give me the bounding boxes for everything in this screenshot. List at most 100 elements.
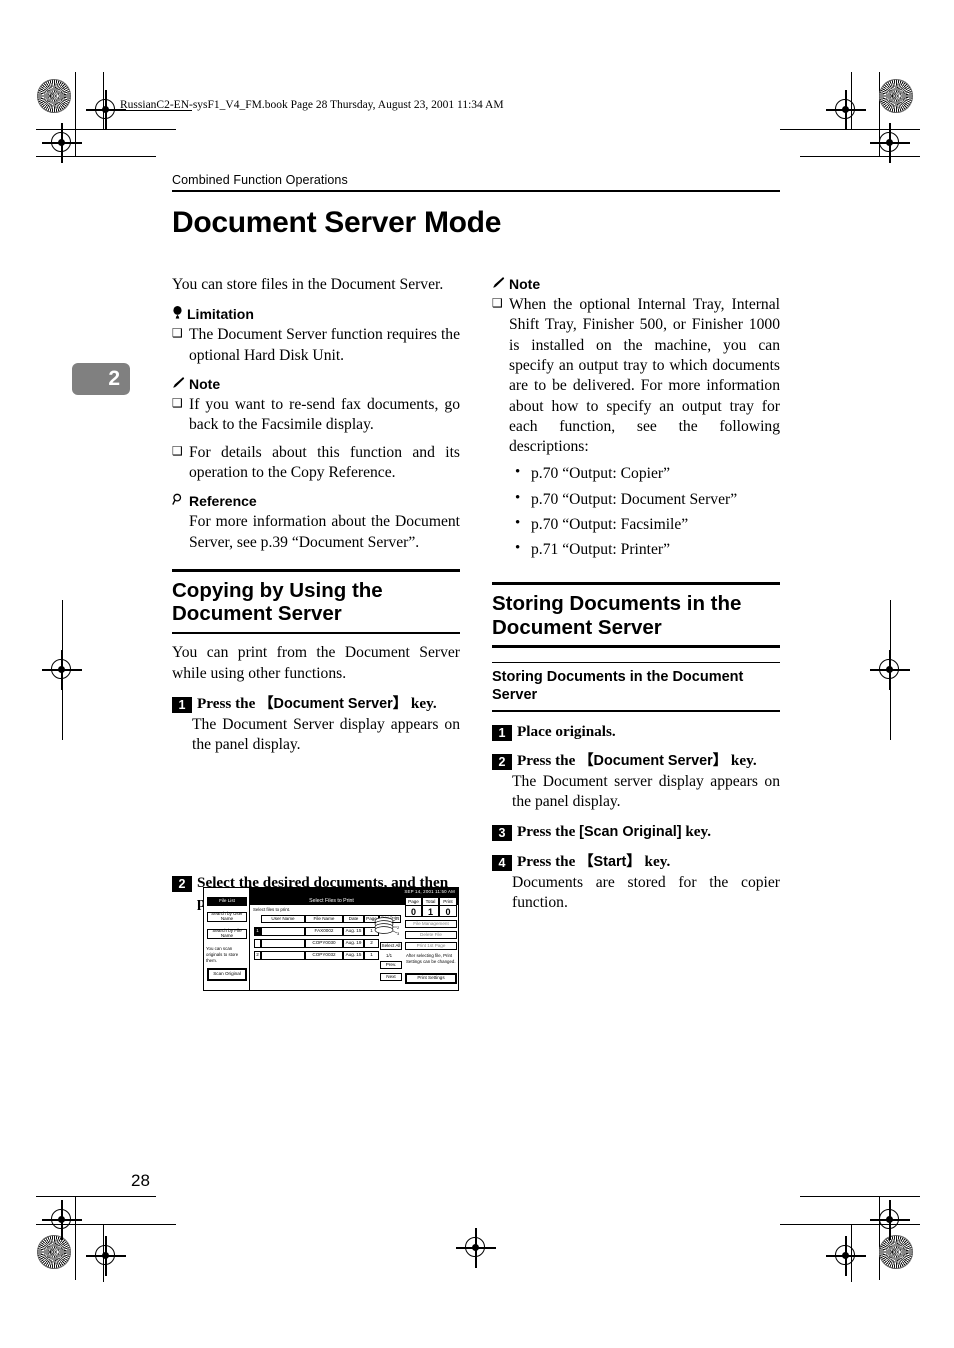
step-text-pre: Press the (517, 852, 580, 870)
panel-row-select[interactable]: 1 (254, 927, 261, 936)
panel-button-scan-original[interactable]: Scan Original (207, 968, 247, 981)
registration-mark-bottom-center (456, 1228, 496, 1268)
panel-row-date[interactable]: Aug. 15 (343, 927, 364, 936)
panel-counter-label: Print (440, 898, 456, 906)
reference-label: Reference (189, 493, 257, 510)
crop-line-br-h (800, 1196, 920, 1198)
step-number: 3 (492, 825, 512, 842)
step-text: Place originals. (517, 722, 616, 740)
step-text: Press the 【Document Server】 key. (197, 694, 460, 713)
panel-row-select[interactable] (254, 939, 261, 948)
panel-row-select[interactable]: 2 (254, 951, 261, 960)
operation-panel-figure: SEP 14, 2001 11:50 AM Select Files to Pr… (203, 887, 459, 991)
panel-table-header-file-name[interactable]: File Name (305, 915, 343, 923)
panel-counter-value: 0 (410, 907, 416, 917)
note-heading: Note (492, 275, 780, 293)
section-heading: Storing Documents in the Document Server (492, 591, 742, 639)
panel-button-file-list[interactable]: File List (207, 897, 247, 906)
step-4-body: Documents are stored for the copier func… (512, 873, 780, 912)
square-bullet-icon: ❑ (172, 443, 183, 458)
step-number: 1 (492, 724, 512, 741)
panel-button-file-management[interactable]: File Management (405, 920, 457, 928)
panel-row-user[interactable] (261, 927, 305, 936)
step-text-pre: Press the (517, 751, 580, 769)
reference-heading: Reference (172, 492, 460, 510)
crop-line-tr-h2 (780, 129, 920, 131)
panel-button-prev[interactable]: Prev. (380, 961, 402, 969)
crop-line-ml (62, 600, 64, 650)
crop-line-tl-v2 (103, 72, 105, 130)
panel-table-header-date[interactable]: Date (343, 915, 364, 923)
step-text-post: key. (681, 823, 712, 841)
panel-left-note: You can scan originals to store them. (206, 946, 239, 963)
panel-counter-label: Total (423, 898, 438, 906)
step-number: 1 (172, 696, 192, 713)
panel-counter-value: 0 (445, 907, 451, 917)
svg-text:2: 2 (397, 925, 400, 930)
crop-line-bl-h2 (36, 1224, 176, 1226)
panel-row-page[interactable]: 2 (364, 939, 379, 948)
panel-counter-total: Total 1 (422, 897, 439, 917)
panel-button-print-first-page[interactable]: Print 1st Page (405, 942, 457, 950)
note-label: Note (189, 375, 221, 392)
page-number: 28 (131, 1171, 150, 1190)
panel-row-file[interactable]: COPY0032 (305, 951, 343, 960)
panel-button-select-all[interactable]: Select All (380, 942, 402, 950)
crop-line-br-h2 (780, 1224, 920, 1226)
note-heading: Note (172, 375, 460, 393)
step-key-label: 【Document Server】 (579, 752, 728, 769)
panel-button-search-by-file-name[interactable]: Search by File Name (207, 928, 247, 939)
running-head: Combined Function Operations (172, 173, 348, 187)
panel-row-date[interactable]: Aug. 15 (343, 951, 364, 960)
panel-counter-print: Print 0 (439, 897, 457, 917)
crop-line-bl-v (75, 1196, 77, 1280)
left-column: You can store files in the Document Serv… (172, 275, 460, 914)
panel-button-next[interactable]: Next (380, 973, 402, 981)
pencil-icon (492, 276, 505, 292)
panel-row-file[interactable]: FAX0002 (305, 927, 343, 936)
square-bullet-icon: ❑ (172, 326, 183, 341)
list-item: p.70 “Output: Document Server” (509, 489, 780, 510)
crop-line-tr-h (800, 156, 920, 158)
crop-line-mr2 (890, 690, 892, 740)
subsection-heading: Storing Documents in the Document Server (492, 669, 744, 703)
panel-button-search-by-user-name[interactable]: Search by User Name (207, 911, 247, 922)
panel-row-page[interactable]: 1 (364, 951, 379, 960)
step-number: 2 (492, 753, 512, 770)
crop-line-bl-v2 (103, 1224, 105, 1282)
panel-row-file[interactable]: COPY0030 (305, 939, 343, 948)
step-key-label: 【Document Server】 (259, 695, 408, 712)
limitation-heading: Limitation (172, 305, 460, 323)
pencil-icon (172, 376, 185, 392)
section-intro: You can print from the Document Server w… (172, 644, 460, 682)
panel-counter-label: Page (406, 898, 421, 906)
crop-line-tl-h (36, 156, 156, 158)
panel-button-print-settings[interactable]: Print Settings (405, 973, 457, 984)
step-3: 3 Press the [Scan Original] key. (492, 822, 780, 842)
registration-mark-bottom-right (870, 1200, 910, 1240)
intro-paragraph: You can store files in the Document Serv… (172, 276, 444, 293)
figure-spacer (172, 755, 460, 873)
crop-line-tr-v (879, 72, 881, 156)
crop-line-tr-v2 (851, 72, 853, 130)
crop-line-br-v2 (851, 1224, 853, 1282)
panel-row-user[interactable] (261, 951, 305, 960)
panel-row-date[interactable]: Aug. 19 (343, 939, 364, 948)
right-column: Note ❑ When the optional Internal Tray, … (492, 275, 780, 913)
limitation-label: Limitation (187, 306, 254, 323)
list-item: ❑ When the optional Internal Tray, Inter… (492, 295, 780, 457)
note-item-text: When the optional Internal Tray, Interna… (509, 296, 780, 456)
step-1-body: The Document Server display appears on t… (192, 715, 460, 754)
step-key-label: [Scan Original] (579, 824, 682, 841)
step-number: 4 (492, 854, 512, 871)
svg-text:1: 1 (397, 916, 400, 921)
step-key-label: 【Start】 (579, 853, 641, 870)
step-text: Press the 【Document Server】 key. (517, 751, 780, 770)
panel-prompt: Select files to print. (253, 907, 291, 912)
panel-row-user[interactable] (261, 939, 305, 948)
step-text-post: key. (640, 852, 671, 870)
paper-stack-icon: 1 2 3 (372, 915, 400, 939)
panel-table-header-user-name[interactable]: User Name (261, 915, 305, 923)
panel-button-delete-file[interactable]: Delete File (405, 931, 457, 939)
panel-title: Select Files to Print (309, 898, 354, 904)
